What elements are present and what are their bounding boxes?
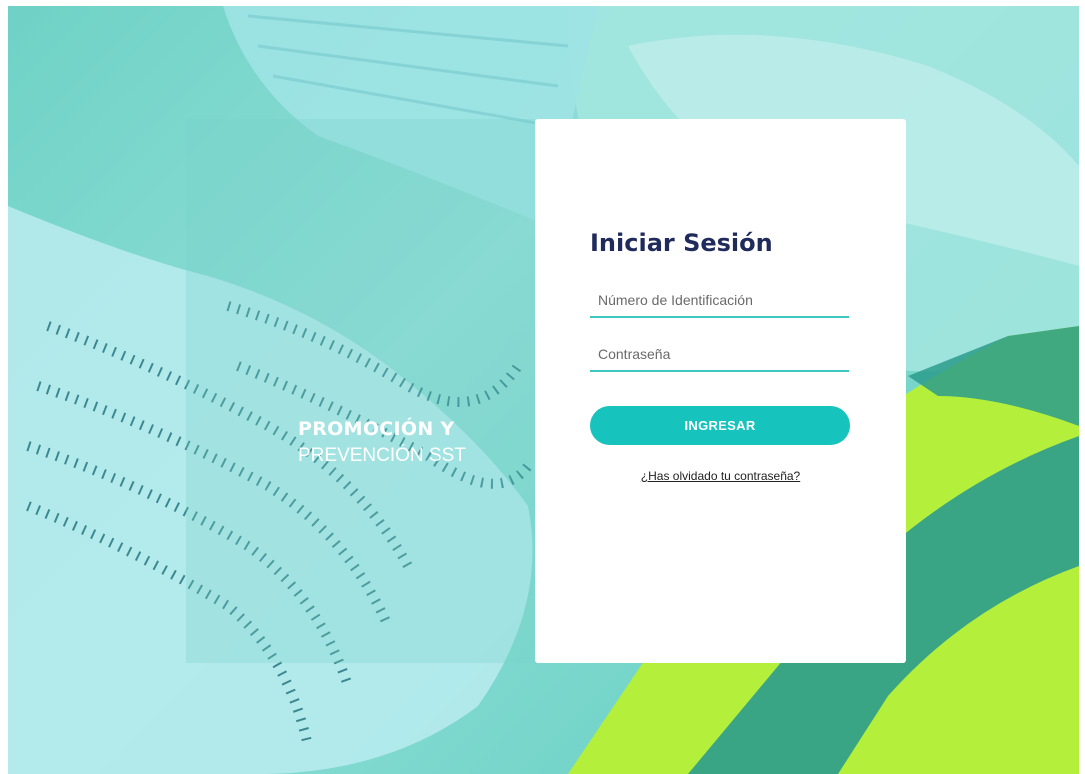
login-button[interactable]: INGRESAR <box>590 406 850 445</box>
login-card: Iniciar Sesión INGRESAR ¿Has olvidado tu… <box>535 119 906 663</box>
login-title: Iniciar Sesión <box>590 229 773 257</box>
brand-panel <box>186 119 535 663</box>
forgot-password-link[interactable]: ¿Has olvidado tu contraseña? <box>641 469 800 483</box>
brand-subtitle: PREVENCIÓN SST <box>298 445 466 466</box>
brand-title: PROMOCIÓN Y <box>298 418 455 440</box>
forgot-password-row: ¿Has olvidado tu contraseña? <box>535 469 906 483</box>
password-input[interactable] <box>590 338 849 372</box>
identification-input[interactable] <box>590 284 849 318</box>
